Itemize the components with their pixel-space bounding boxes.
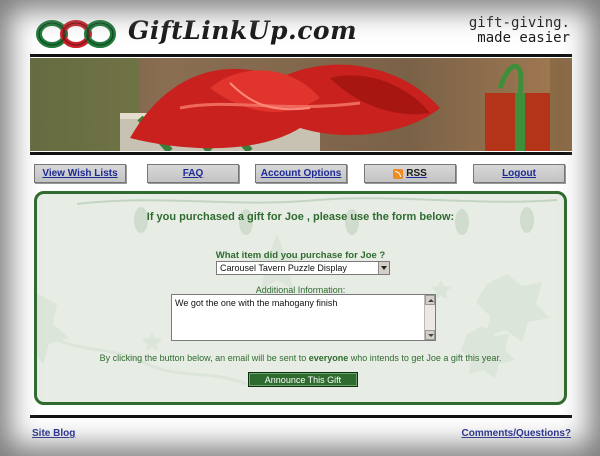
page: GiftLinkUp.com gift-giving. made easier bbox=[0, 0, 600, 456]
item-select-label: What item did you purchase for Joe ? bbox=[215, 250, 386, 261]
site-name[interactable]: GiftLinkUp.com bbox=[128, 16, 357, 45]
footer-divider bbox=[30, 415, 572, 418]
form-heading: If you purchased a gift for Joe , please… bbox=[146, 211, 455, 223]
announce-gift-button[interactable]: Announce This Gift bbox=[248, 372, 358, 387]
tagline-line-2: made easier bbox=[477, 30, 570, 46]
nav-faq-button[interactable]: FAQ bbox=[147, 164, 239, 183]
scroll-up-arrow-icon[interactable] bbox=[425, 295, 435, 305]
additional-info-value: We got the one with the mahogany finish bbox=[175, 298, 338, 308]
additional-info-textarea[interactable]: We got the one with the mahogany finish bbox=[171, 294, 436, 341]
nav-rss-label: RSS bbox=[406, 168, 427, 179]
rss-icon bbox=[393, 168, 404, 179]
gift-form-panel: If you purchased a gift for Joe , please… bbox=[34, 191, 567, 405]
tagline: gift-giving. made easier bbox=[450, 16, 570, 46]
chain-logo-icon[interactable] bbox=[36, 18, 116, 50]
header-divider bbox=[30, 54, 572, 57]
comments-questions-link[interactable]: Comments/Questions? bbox=[462, 428, 571, 439]
gift-ribbon-banner-image bbox=[30, 58, 572, 151]
nav-logout-button[interactable]: Logout bbox=[473, 164, 565, 183]
email-notice: By clicking the button below, an email w… bbox=[37, 353, 564, 363]
purchased-item-value: Carousel Tavern Puzzle Display bbox=[220, 263, 347, 273]
textarea-scrollbar[interactable] bbox=[424, 295, 435, 340]
chevron-down-icon[interactable] bbox=[378, 262, 389, 274]
notice-text-before: By clicking the button below, an email w… bbox=[99, 353, 307, 363]
nav-rss-button[interactable]: RSS bbox=[364, 164, 456, 183]
banner-divider bbox=[30, 152, 572, 155]
notice-text-bold: everyone bbox=[308, 353, 349, 363]
site-blog-link[interactable]: Site Blog bbox=[32, 428, 75, 439]
nav-account-options-button[interactable]: Account Options bbox=[255, 164, 347, 183]
nav-view-wish-lists-button[interactable]: View Wish Lists bbox=[34, 164, 126, 183]
scroll-down-arrow-icon[interactable] bbox=[425, 330, 435, 340]
purchased-item-select[interactable]: Carousel Tavern Puzzle Display bbox=[216, 261, 390, 275]
notice-text-after: who intends to get Joe a gift this year. bbox=[350, 353, 502, 363]
tagline-line-1: gift-giving. bbox=[468, 15, 570, 31]
